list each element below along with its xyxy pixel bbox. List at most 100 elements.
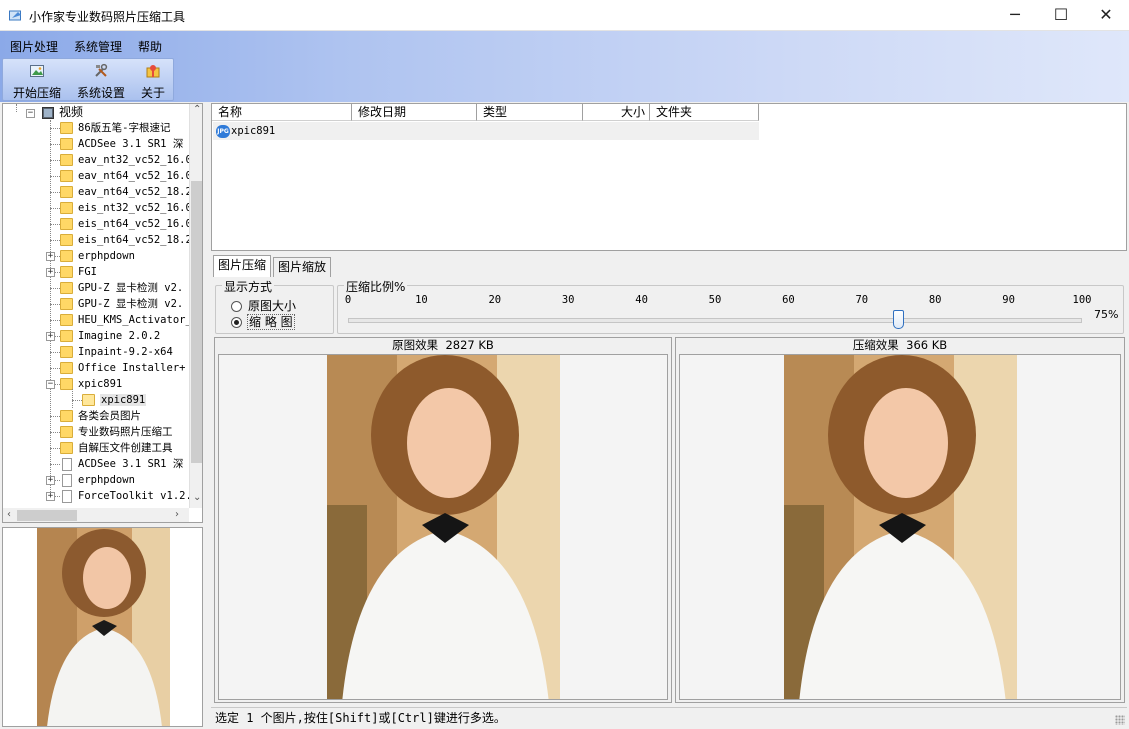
folder-tree[interactable]: − 视频 86版五笔-字根速记 ACDSee 3.1 SR1 深 eav_nt32_… [2,103,203,523]
tree-item-label: FGI [78,266,97,278]
radio-circle[interactable] [231,301,242,312]
tree-item[interactable]: Imagine 2.0.2 [60,328,160,344]
tree-item[interactable]: xpic891 [60,376,122,392]
compression-slider-thumb[interactable] [892,310,904,329]
column-header-folder[interactable]: 文件夹 [650,104,759,121]
document-icon [62,489,72,503]
scroll-right-icon[interactable]: › [175,509,179,520]
tree-expand-icon[interactable]: + [46,476,55,485]
tree-item-label: eav_nt64_vc52_16.0 [78,170,192,182]
column-header-name[interactable]: 名称 [212,104,352,121]
compressed-preview-label: 压缩效果 [852,338,899,352]
folder-icon [60,282,73,294]
folder-icon [60,442,73,454]
tree-item[interactable]: ForceToolkit v1.2. [60,488,192,504]
tree-item[interactable]: HEU_KMS_Activator_ [60,312,192,328]
tree-item[interactable]: GPU-Z 显卡检测 v2. [60,296,183,312]
tree-horizontal-scrollbar[interactable]: ‹ › [3,508,189,522]
picture-icon [30,65,44,77]
compression-tick-label: 20 [488,294,502,306]
tree-item[interactable]: eis_nt64_vc52_16.0 [60,216,192,232]
column-header-modified[interactable]: 修改日期 [352,104,477,121]
folder-icon [60,122,73,134]
tab-image-resize[interactable]: 图片缩放 [273,257,332,277]
tree-item[interactable]: 专业数码照片压缩工 [60,424,173,440]
tree-item-label: eis_nt32_vc52_16.0 [78,202,192,214]
video-folder-icon [42,107,54,119]
minimize-button[interactable]: ─ [992,0,1038,31]
tree-line [50,288,60,289]
tree-item[interactable]: FGI [60,264,97,280]
tree-root-label: 视频 [59,105,84,119]
tree-vertical-scrollbar[interactable]: ⌃ ⌄ [189,104,202,508]
menu-image-processing[interactable]: 图片处理 [10,38,58,55]
tree-item[interactable]: Office Installer+ [60,360,185,376]
tree-item[interactable]: ACDSee 3.1 SR1 深 [60,136,183,152]
tree-item[interactable]: 各类会员图片 [60,408,141,424]
file-row[interactable]: JPG xpic891 [213,122,759,140]
display-mode-group: 显示方式 原图大小 缩 略 图 [215,278,334,334]
tree-item[interactable]: 自解压文件创建工具 [60,440,173,456]
tab-image-compress[interactable]: 图片压缩 [213,255,272,277]
compression-slider-track[interactable] [348,318,1082,323]
tree-vertical-thumb[interactable] [191,181,202,463]
tree-item[interactable]: eav_nt64_vc52_16.0 [60,168,192,184]
menu-help[interactable]: 帮助 [138,38,162,55]
menu-system-management[interactable]: 系统管理 [74,38,122,55]
portrait-photo-thumbnail [37,528,170,726]
tree-expand-icon[interactable]: + [46,332,55,341]
tree-expand-icon[interactable]: + [46,268,55,277]
maximize-button[interactable]: ☐ [1038,0,1084,31]
tree-item[interactable]: xpic891 [82,392,147,408]
tree-line [50,208,60,209]
tree-line [50,416,60,417]
radio-original-size[interactable]: 原图大小 [231,297,296,314]
file-list[interactable]: 名称 修改日期 类型 大小 文件夹 JPG xpic891 [211,103,1127,251]
tree-item[interactable]: eis_nt32_vc52_16.0 [60,200,192,216]
tree-line [50,176,60,177]
folder-icon [60,154,73,166]
radio-circle-checked[interactable] [231,317,242,328]
tree-item[interactable]: GPU-Z 显卡检测 v2. [60,280,183,296]
column-header-size[interactable]: 大小 [583,104,650,121]
thumbnail-preview [2,527,203,727]
compression-tick-label: 60 [782,294,795,306]
resize-grip-icon[interactable] [1115,715,1125,725]
tree-item-label: eis_nt64_vc52_16.0 [78,218,192,230]
tree-item[interactable]: ACDSee 3.1 SR1 深 [60,456,183,472]
tree-expand-icon[interactable]: + [46,492,55,501]
tree-item-label: eav_nt32_vc52_16.0 [78,154,192,166]
original-size: 2827 KB [445,338,494,352]
tree-item[interactable]: erphpdown [60,472,135,488]
compression-tick-label: 70 [855,294,869,306]
tree-line [72,400,82,401]
tree-horizontal-thumb[interactable] [17,510,77,521]
toolbar: 开始压缩 系统设置 关于 [2,58,174,101]
tree-item[interactable]: eav_nt64_vc52_18.2 [60,184,192,200]
folder-icon [60,346,73,358]
folder-icon [60,410,73,422]
close-button[interactable]: ✕ [1083,0,1129,31]
tree-item[interactable]: Inpaint-9.2-x64 [60,344,173,360]
tree-root-video[interactable]: 视频 [42,104,83,120]
tree-item-label: GPU-Z 显卡检测 v2. [78,282,184,294]
tree-line [50,240,60,241]
tree-item[interactable]: erphpdown [60,248,135,264]
tree-item[interactable]: eav_nt32_vc52_16.0 [60,152,192,168]
tree-item-label: ACDSee 3.1 SR1 深 [78,458,184,470]
radio-thumbnail[interactable]: 缩 略 图 [231,313,295,330]
column-header-type[interactable]: 类型 [477,104,583,121]
tree-line [50,128,60,129]
system-settings-button[interactable]: 系统设置 [73,59,129,100]
scroll-down-icon[interactable]: ⌄ [193,492,201,503]
tree-item[interactable]: eis_nt64_vc52_18.2 [60,232,192,248]
start-compress-button[interactable]: 开始压缩 [9,59,65,100]
tree-collapse-icon[interactable]: − [46,380,55,389]
compression-ratio-title: 压缩比例% [344,278,408,295]
scroll-left-icon[interactable]: ‹ [7,509,11,520]
scroll-up-icon[interactable]: ⌃ [193,104,201,115]
tree-expand-icon[interactable]: + [46,252,55,261]
tree-collapse-icon[interactable]: − [26,109,35,118]
about-button[interactable]: 关于 [137,59,169,100]
tree-item[interactable]: 86版五笔-字根速记 [60,120,170,136]
